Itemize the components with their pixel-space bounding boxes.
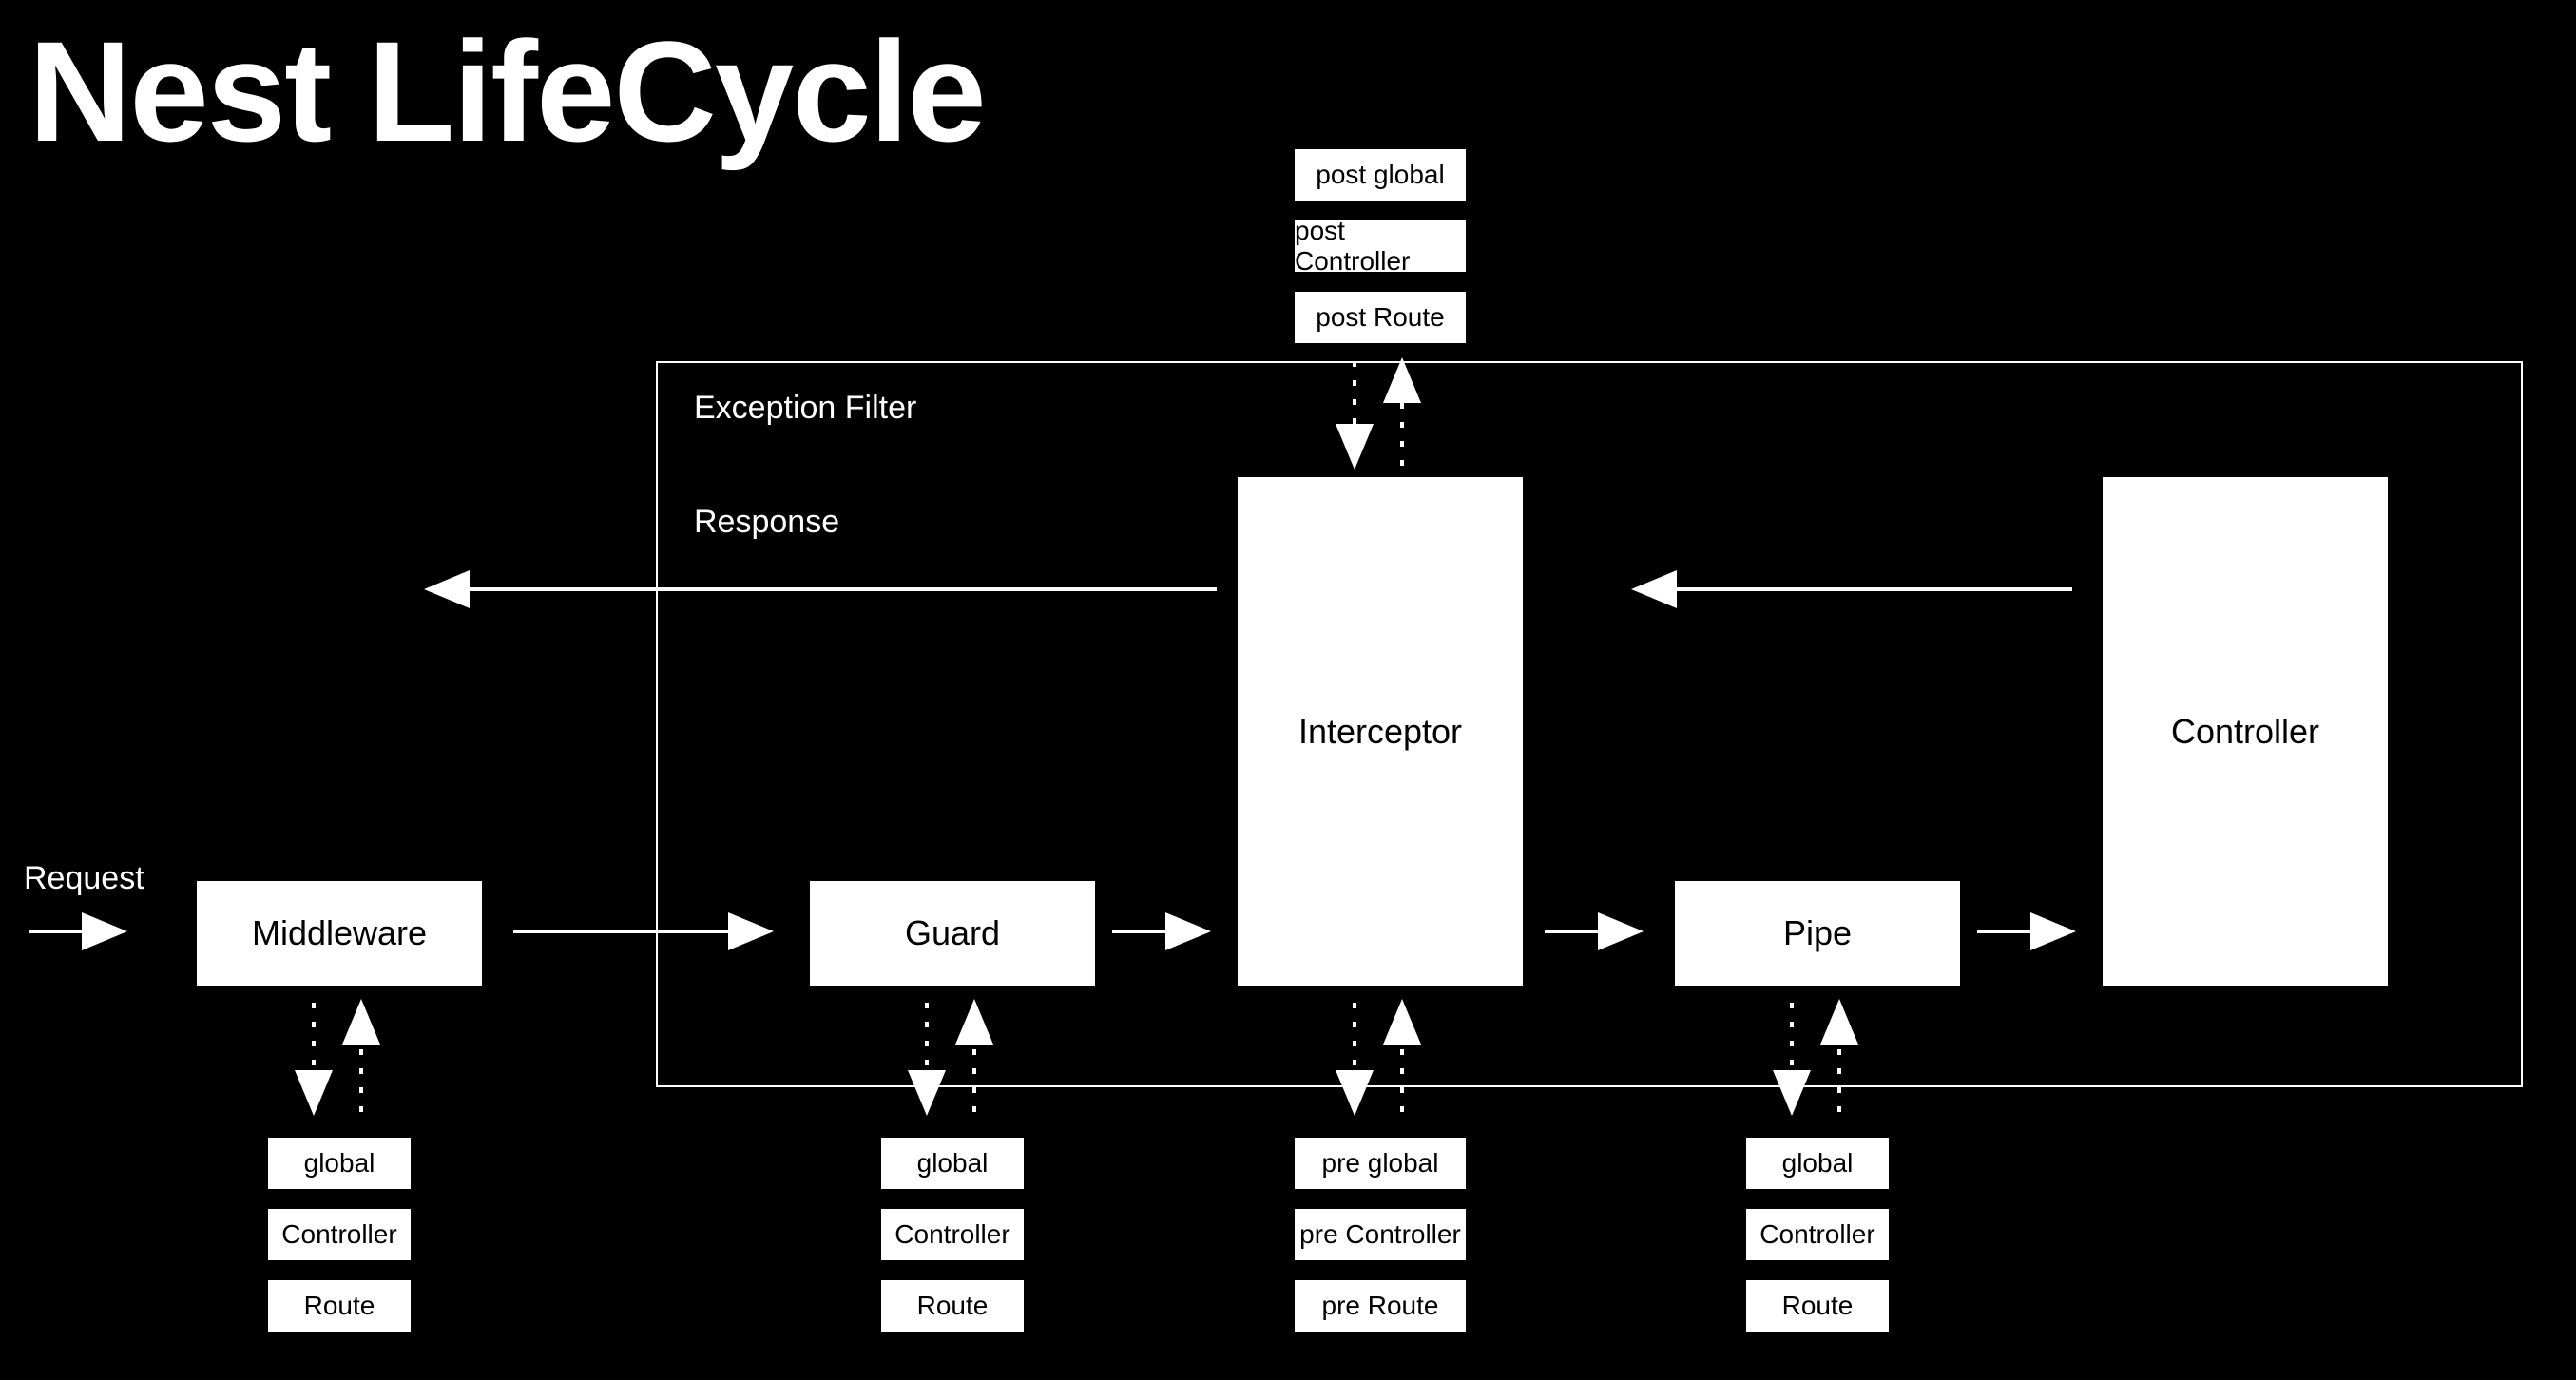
middleware-node: Middleware [195, 879, 484, 987]
guard-node: Guard [808, 879, 1097, 987]
middleware-scope-route: Route [266, 1278, 413, 1333]
guard-scope-global: global [879, 1136, 1026, 1191]
interceptor-pre-controller: pre Controller [1293, 1207, 1468, 1262]
page-title: Nest LifeCycle [29, 10, 985, 174]
response-label: Response [694, 504, 839, 541]
request-label: Request [24, 860, 144, 897]
pipe-scope-global: global [1744, 1136, 1891, 1191]
interceptor-post-global: post global [1293, 147, 1468, 202]
interceptor-pre-global: pre global [1293, 1136, 1468, 1191]
interceptor-node: Interceptor [1236, 475, 1525, 987]
pipe-scope-route: Route [1744, 1278, 1891, 1333]
interceptor-pre-route: pre Route [1293, 1278, 1468, 1333]
middleware-scope-global: global [266, 1136, 413, 1191]
guard-scope-controller: Controller [879, 1207, 1026, 1262]
guard-scope-route: Route [879, 1278, 1026, 1333]
exception-filter-label: Exception Filter [694, 390, 916, 427]
middleware-dotted-arrows [314, 1003, 361, 1112]
interceptor-post-route: post Route [1293, 290, 1468, 345]
middleware-scope-controller: Controller [266, 1207, 413, 1262]
pipe-scope-controller: Controller [1744, 1207, 1891, 1262]
interceptor-post-controller: post Controller [1293, 219, 1468, 274]
pipe-node: Pipe [1673, 879, 1962, 987]
controller-node: Controller [2101, 475, 2390, 987]
